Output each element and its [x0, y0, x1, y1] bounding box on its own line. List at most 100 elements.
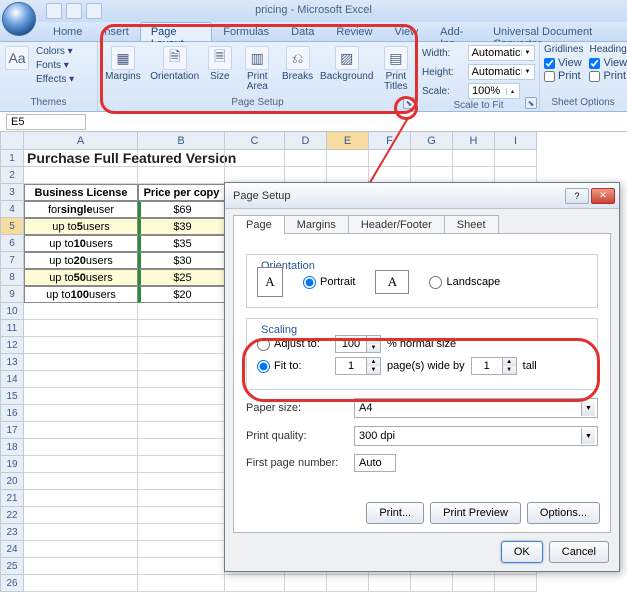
gridlines-view-check[interactable]: View [544, 57, 583, 69]
width-combo[interactable]: Automatic▼ [468, 45, 535, 61]
cell[interactable]: Purchase Full Featured Version [24, 150, 138, 167]
cell[interactable] [138, 456, 225, 473]
cell[interactable] [138, 439, 225, 456]
landscape-radio[interactable]: Landscape [429, 276, 500, 289]
cell[interactable]: $20 [138, 286, 225, 303]
options-button[interactable]: Options... [527, 502, 600, 524]
cell[interactable] [225, 150, 285, 167]
col-header[interactable]: E [327, 132, 369, 150]
tab-view[interactable]: View [383, 22, 429, 41]
tab-addins[interactable]: Add-Ins [429, 22, 482, 41]
print-area-button[interactable]: ▥PrintArea [240, 44, 274, 92]
row-header[interactable]: 8 [0, 269, 24, 286]
cell[interactable] [24, 354, 138, 371]
cell[interactable] [138, 371, 225, 388]
office-button[interactable] [2, 2, 36, 36]
cell[interactable] [138, 575, 225, 592]
cell[interactable] [24, 524, 138, 541]
orientation-button[interactable]: 🗎Orientation [150, 44, 200, 82]
col-header[interactable]: F [369, 132, 411, 150]
height-combo[interactable]: Automatic▼ [468, 64, 535, 80]
cell[interactable] [24, 320, 138, 337]
dlg-tab-page[interactable]: Page [233, 215, 285, 234]
cell[interactable] [24, 541, 138, 558]
cell[interactable]: up to 50 users [24, 269, 138, 286]
row-header[interactable]: 22 [0, 507, 24, 524]
dlg-tab-margins[interactable]: Margins [284, 215, 349, 234]
first-page-input[interactable] [354, 454, 396, 472]
fonts-button[interactable]: Fonts ▾ [36, 60, 74, 72]
dialog-titlebar[interactable]: Page Setup ? ✕ [225, 183, 619, 209]
cancel-button[interactable]: Cancel [549, 541, 609, 563]
paper-size-combo[interactable]: A4▼ [354, 398, 598, 418]
cell[interactable] [138, 303, 225, 320]
cell[interactable] [24, 473, 138, 490]
row-header[interactable]: 6 [0, 235, 24, 252]
adjust-to-spin[interactable]: ▲▼ [335, 335, 381, 353]
cell[interactable]: $35 [138, 235, 225, 252]
breaks-button[interactable]: ⎌Breaks [280, 44, 314, 82]
row-header[interactable]: 16 [0, 405, 24, 422]
fit-wide-spin[interactable]: ▲▼ [335, 357, 381, 375]
margins-button[interactable]: ▦Margins [102, 44, 144, 82]
cell[interactable]: up to 20 users [24, 252, 138, 269]
tab-udc[interactable]: Universal Document Converter [482, 22, 627, 41]
print-preview-button[interactable]: Print Preview [430, 502, 521, 524]
col-header[interactable]: A [24, 132, 138, 150]
cell[interactable]: $69 [138, 201, 225, 218]
row-header[interactable]: 7 [0, 252, 24, 269]
help-button[interactable]: ? [565, 188, 589, 204]
cell[interactable] [24, 371, 138, 388]
page-setup-launcher[interactable]: ⬊ [403, 97, 415, 109]
tab-insert[interactable]: nsert [93, 22, 139, 41]
cell[interactable] [327, 575, 369, 592]
cell[interactable] [369, 150, 411, 167]
row-header[interactable]: 19 [0, 456, 24, 473]
col-header[interactable]: D [285, 132, 327, 150]
row-header[interactable]: 12 [0, 337, 24, 354]
print-quality-combo[interactable]: 300 dpi▼ [354, 426, 598, 446]
tab-review[interactable]: Review [325, 22, 383, 41]
ok-button[interactable]: OK [501, 541, 543, 563]
row-header[interactable]: 9 [0, 286, 24, 303]
col-header[interactable]: C [225, 132, 285, 150]
cell[interactable] [369, 575, 411, 592]
row-header[interactable]: 5 [0, 218, 24, 235]
cell[interactable] [24, 558, 138, 575]
cell[interactable] [138, 167, 225, 184]
row-header[interactable]: 2 [0, 167, 24, 184]
cell[interactable] [138, 507, 225, 524]
cell[interactable] [411, 150, 453, 167]
row-header[interactable]: 25 [0, 558, 24, 575]
portrait-radio[interactable]: Portrait [303, 276, 355, 289]
cell[interactable] [138, 337, 225, 354]
colors-button[interactable]: Colors ▾ [36, 46, 74, 58]
cell[interactable]: up to 100 users [24, 286, 138, 303]
row-header[interactable]: 4 [0, 201, 24, 218]
select-all[interactable] [0, 132, 24, 150]
redo-icon[interactable] [86, 3, 102, 19]
print-button[interactable]: Print... [366, 502, 424, 524]
cell[interactable] [138, 558, 225, 575]
row-header[interactable]: 20 [0, 473, 24, 490]
row-header[interactable]: 11 [0, 320, 24, 337]
row-header[interactable]: 13 [0, 354, 24, 371]
dlg-tab-sheet[interactable]: Sheet [444, 215, 499, 234]
cell[interactable] [24, 456, 138, 473]
cell[interactable]: $25 [138, 269, 225, 286]
col-header[interactable]: B [138, 132, 225, 150]
cell[interactable] [138, 490, 225, 507]
cell[interactable] [24, 303, 138, 320]
fit-to-radio[interactable]: Fit to: [257, 360, 329, 373]
cell[interactable] [24, 422, 138, 439]
row-header[interactable]: 10 [0, 303, 24, 320]
cell[interactable]: $30 [138, 252, 225, 269]
cell[interactable] [495, 150, 537, 167]
print-titles-button[interactable]: ▤PrintTitles [379, 44, 413, 92]
name-box[interactable] [6, 114, 86, 130]
tab-formulas[interactable]: Formulas [212, 22, 280, 41]
scale-spin[interactable]: 100%▴ [468, 83, 520, 99]
cell[interactable] [24, 405, 138, 422]
row-header[interactable]: 23 [0, 524, 24, 541]
row-header[interactable]: 1 [0, 150, 24, 167]
